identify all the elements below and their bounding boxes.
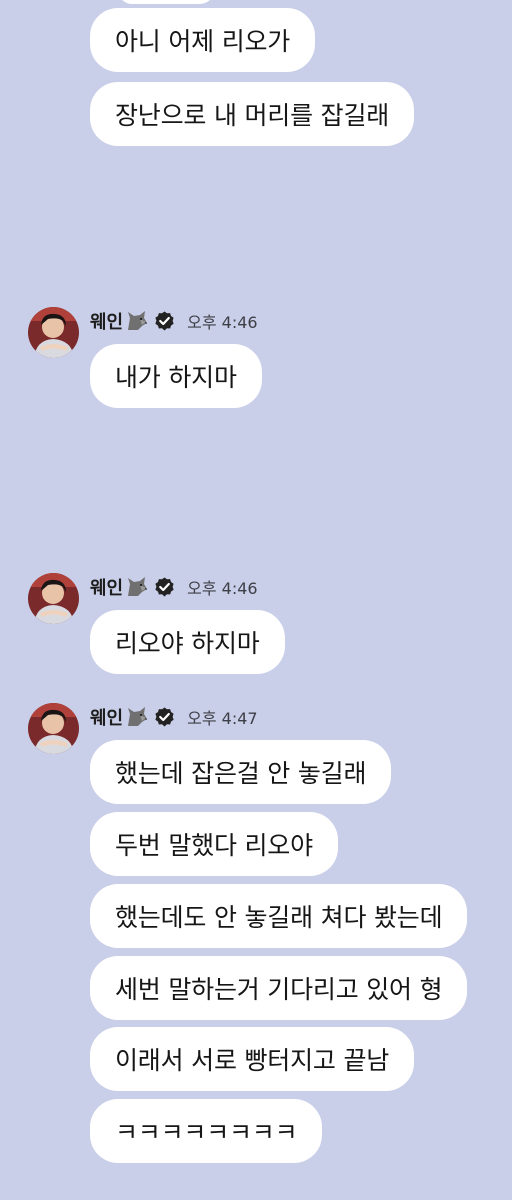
profile-photo-icon [28,573,79,624]
message-bubble[interactable]: 장난으로 내 머리를 잡길래 [90,82,415,146]
message-text: ㅋㅋㅋㅋㅋㅋㅋㅋ [115,1118,298,1147]
sender-row: 웨인 오후 4:46 [90,575,258,599]
message-bubble[interactable]: ㅋㅋㅋㅋㅋㅋㅋㅋ [90,1099,323,1163]
message-text: 내가 하지마 [115,363,237,392]
message-text: 했는데 잡은걸 안 놓길래 [115,759,367,788]
message-bubble[interactable]: 리오야 하지마 [90,610,285,674]
wolf-emoji-icon [125,310,149,332]
avatar[interactable] [28,573,79,624]
message-text: 리오야 하지마 [115,629,260,658]
sender-name[interactable]: 웨인 [90,704,123,730]
message-time: 오후 4:46 [187,579,258,598]
message-text: 세번 말하는거 기다리고 있어 형 [115,975,443,1004]
sender-row: 웨인 오후 4:47 [90,705,258,729]
message-bubble[interactable]: 두번 말했다 리오야 [90,812,338,876]
verified-check-icon [154,577,175,598]
message-bubble[interactable]: 했는데도 안 놓길래 쳐다 봤는데 [90,884,468,948]
message-bubble[interactable]: 아니 어제 리오가 [90,8,316,72]
message-text: 두번 말했다 리오야 [115,831,313,860]
profile-photo-icon [28,703,79,754]
message-text: 아니 어제 리오가 [115,27,291,56]
verified-check-icon [154,707,175,728]
avatar[interactable] [28,307,79,358]
message-time: 오후 4:46 [187,313,258,332]
profile-photo-icon [28,307,79,358]
message-text: 했는데도 안 놓길래 쳐다 봤는데 [115,903,443,932]
wolf-emoji-icon [125,706,149,728]
message-bubble[interactable]: 세번 말하는거 기다리고 있어 형 [90,956,468,1020]
message-time: 오후 4:47 [187,709,258,728]
message-bubble[interactable]: 이래서 서로 빵터지고 끝남 [90,1027,415,1091]
message-bubble[interactable]: 내가 하지마 [90,344,262,408]
avatar[interactable] [28,703,79,754]
previous-message-bubble-partial [118,0,214,4]
verified-check-icon [154,311,175,332]
message-text: 장난으로 내 머리를 잡길래 [115,101,390,130]
message-text: 이래서 서로 빵터지고 끝남 [115,1046,390,1075]
sender-row: 웨인 오후 4:46 [90,309,258,333]
wolf-emoji-icon [125,576,149,598]
sender-name[interactable]: 웨인 [90,574,123,600]
message-bubble[interactable]: 했는데 잡은걸 안 놓길래 [90,740,392,804]
sender-name[interactable]: 웨인 [90,308,123,334]
